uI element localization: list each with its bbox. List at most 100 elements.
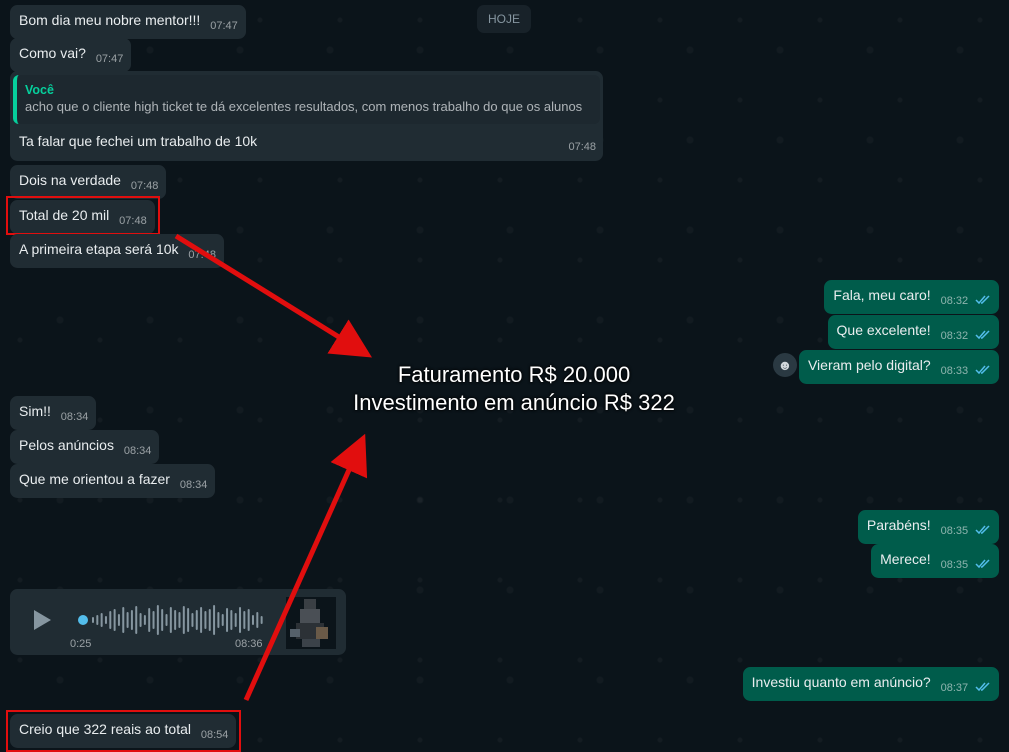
emoji-icon[interactable]: ☻: [773, 353, 797, 377]
double-check-icon: [975, 330, 990, 340]
waveform-bar: [174, 610, 177, 630]
message-text: Vieram pelo digital?: [807, 357, 931, 373]
quote-text: acho que o cliente high ticket te dá exc…: [25, 99, 583, 114]
waveform-bar: [217, 612, 220, 628]
message-time: 08:32: [940, 330, 969, 342]
message-time: 08:32: [940, 295, 969, 307]
message-time: 07:47: [210, 20, 238, 32]
double-check-icon: [975, 559, 990, 569]
waveform-bar: [187, 608, 190, 632]
message-incoming[interactable]: Sim!! 08:34: [10, 396, 97, 430]
waveform-bar: [182, 606, 185, 634]
waveform-bar: [234, 613, 237, 627]
message-time: 07:48: [568, 141, 596, 153]
waveform-bar: [165, 614, 168, 626]
message-time: 08:35: [940, 525, 969, 537]
date-chip: HOJE: [477, 5, 531, 33]
message-text: Como vai?: [19, 45, 86, 61]
waveform-bar: [113, 609, 116, 631]
waveform-bar: [126, 612, 129, 628]
message-time: 07:48: [188, 249, 216, 261]
message-time: 08:34: [60, 411, 89, 423]
waveform-bar: [122, 607, 125, 633]
waveform-bar: [130, 610, 133, 630]
overlay-revenue: Faturamento R$ 20.000: [397, 362, 631, 387]
message-incoming[interactable]: Pelos anúncios 08:34: [10, 430, 160, 464]
waveform-bar: [226, 608, 229, 632]
message-text: Pelos anúncios: [19, 437, 114, 453]
waveform-bar: [148, 608, 151, 632]
message-outgoing[interactable]: Fala, meu caro! 08:32: [824, 280, 999, 314]
waveform-bar: [156, 605, 159, 635]
waveform-bar: [169, 607, 172, 633]
waveform-bar: [200, 607, 203, 633]
double-check-icon: [975, 365, 990, 375]
message-time: 08:34: [179, 479, 208, 491]
waveform-bar: [135, 606, 138, 634]
waveform-bar: [191, 613, 194, 627]
message-text: Bom dia meu nobre mentor!!!: [19, 12, 201, 28]
message-text: Parabéns!: [866, 517, 931, 533]
message-outgoing[interactable]: Merece! 08:35: [871, 544, 999, 578]
play-icon[interactable]: [28, 607, 54, 633]
message-text: Merece!: [880, 551, 931, 567]
waveform-bar: [104, 616, 107, 624]
message-text: Sim!!: [19, 403, 51, 419]
message-time: 07:48: [130, 180, 159, 192]
message-incoming[interactable]: Como vai? 07:47: [10, 38, 132, 72]
message-time: 08:37: [940, 682, 969, 694]
double-check-icon: [975, 295, 990, 305]
message-incoming[interactable]: Que me orientou a fazer 08:34: [10, 464, 216, 498]
message-incoming-reply[interactable]: Você acho que o cliente high ticket te d…: [10, 71, 603, 161]
waveform-bar: [243, 611, 246, 629]
message-incoming[interactable]: Bom dia meu nobre mentor!!! 07:47: [10, 5, 246, 39]
waveform-bar: [260, 616, 263, 624]
message-incoming[interactable]: Dois na verdade 07:48: [10, 165, 167, 199]
sender-avatar: [286, 597, 336, 649]
double-check-icon: [975, 682, 990, 692]
message-text: A primeira etapa será 10k: [19, 241, 179, 257]
message-text: Dois na verdade: [19, 172, 121, 188]
highlight-box: [6, 710, 241, 752]
audio-progress-dot: [78, 615, 88, 625]
overlay-investment: Investimento em anúncio R$ 322: [353, 390, 675, 415]
waveform-bar: [239, 607, 242, 633]
message-outgoing[interactable]: Investiu quanto em anúncio? 08:37: [742, 667, 999, 701]
quoted-message[interactable]: Você acho que o cliente high ticket te d…: [13, 75, 600, 124]
audio-waveform[interactable]: [78, 603, 266, 637]
waveform-bar: [256, 612, 259, 628]
message-time: 07:47: [95, 53, 124, 65]
message-text: Fala, meu caro!: [833, 287, 931, 303]
message-text: Que me orientou a fazer: [19, 471, 170, 487]
message-outgoing[interactable]: Que excelente! 08:32: [827, 315, 999, 349]
waveform-bar: [96, 615, 99, 625]
message-outgoing[interactable]: Parabéns! 08:35: [857, 510, 999, 544]
message-time: 08:34: [123, 445, 152, 457]
quote-author: Você: [25, 83, 54, 97]
waveform-bar: [161, 609, 164, 631]
waveform-bar: [251, 615, 254, 625]
message-outgoing[interactable]: Vieram pelo digital? 08:33: [798, 350, 999, 384]
double-check-icon: [975, 525, 990, 535]
waveform-bar: [109, 611, 112, 629]
message-time: 08:36: [235, 638, 263, 650]
highlight-box: [6, 196, 160, 235]
message-text: Ta falar que fechei um trabalho de 10k: [19, 133, 258, 149]
waveform-bar: [92, 617, 94, 623]
waveform-bar: [100, 613, 103, 627]
waveform-bar: [221, 614, 224, 626]
message-text: Investiu quanto em anúncio?: [751, 674, 931, 690]
waveform-bar: [247, 609, 250, 631]
waveform-bar: [195, 610, 198, 630]
message-incoming[interactable]: A primeira etapa será 10k 07:48: [10, 234, 224, 268]
waveform-bar: [117, 614, 120, 626]
waveform-bar: [152, 611, 155, 629]
waveform-bar: [143, 615, 146, 625]
voice-message[interactable]: 0:25 08:36: [10, 589, 346, 655]
waveform-bar: [204, 611, 207, 629]
waveform-bar: [213, 605, 216, 635]
waveform-bar: [230, 610, 233, 630]
message-time: 08:33: [940, 365, 969, 377]
audio-duration: 0:25: [70, 638, 92, 650]
message-time: 08:35: [940, 559, 969, 571]
